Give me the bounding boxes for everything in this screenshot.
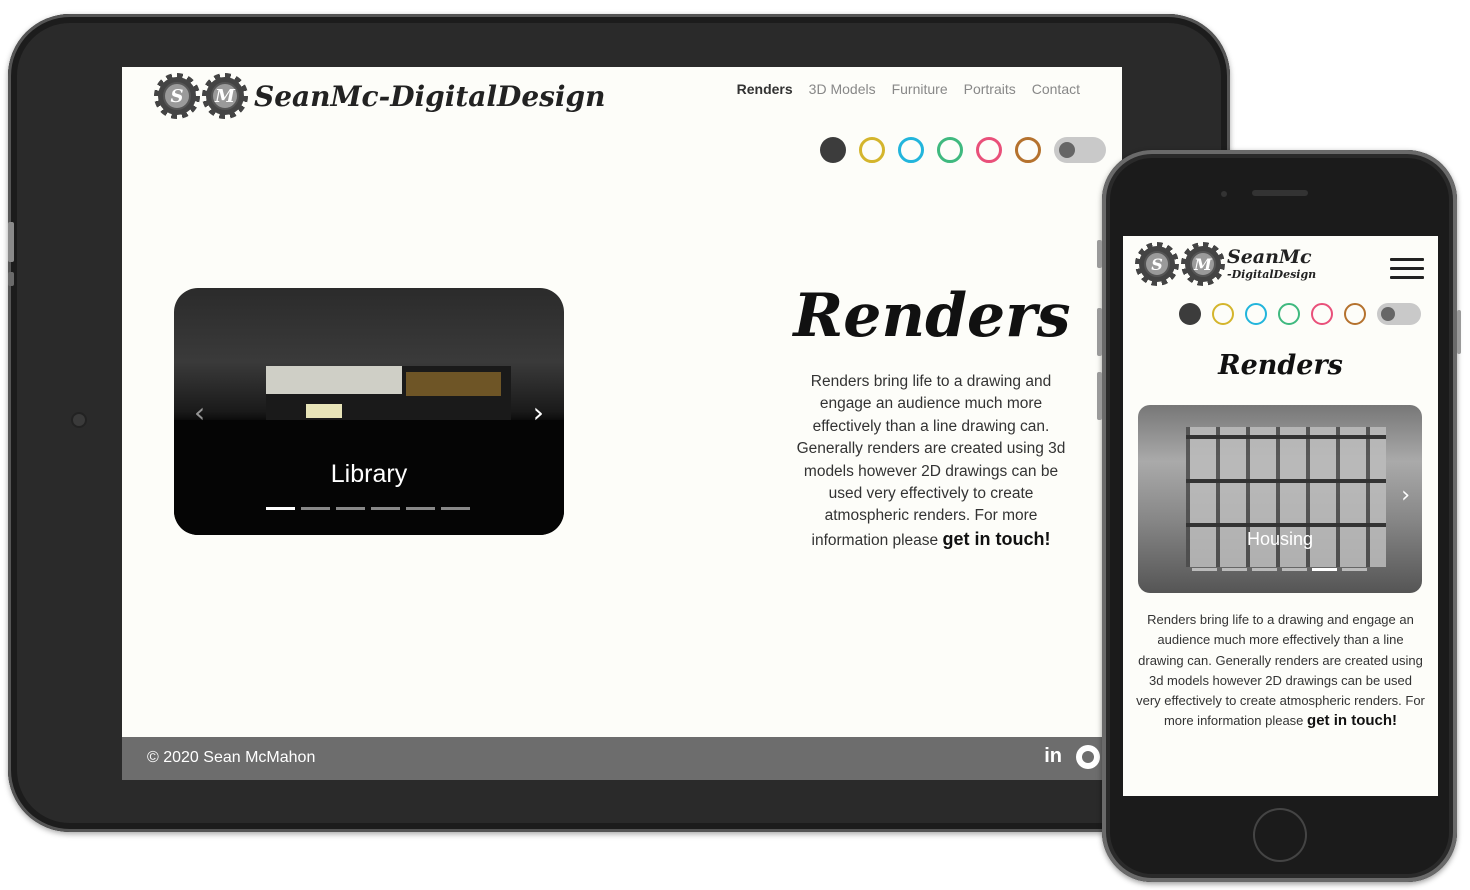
renders-carousel[interactable]: ‹ › Library <box>174 288 564 535</box>
theme-swatches <box>820 137 1106 163</box>
page-title: Renders <box>1218 350 1343 381</box>
page-description: Renders bring life to a drawing and enga… <box>786 371 1076 552</box>
chevron-right-icon[interactable]: › <box>533 396 544 429</box>
toggle-knob <box>1059 142 1075 158</box>
gear-logo-icon: M <box>1181 242 1225 286</box>
page-title: Renders <box>793 281 1071 351</box>
phone-camera <box>1221 191 1227 197</box>
theme-swatch-pink[interactable] <box>976 137 1002 163</box>
tablet-screen: S M SeanMc-DigitalDesign Renders 3D Mode… <box>122 67 1122 780</box>
carousel-caption: Housing <box>1246 529 1314 549</box>
carousel-indicator[interactable] <box>1252 568 1277 571</box>
gear-logo-icon: M <box>202 73 248 119</box>
theme-swatch-blue[interactable] <box>1245 303 1267 325</box>
carousel-indicator[interactable] <box>1222 568 1247 571</box>
theme-swatch-green[interactable] <box>937 137 963 163</box>
theme-toggle[interactable] <box>1377 303 1421 325</box>
phone-side-button <box>1097 372 1102 420</box>
nav-item-portraits[interactable]: Portraits <box>964 81 1016 97</box>
site-footer: © 2020 Sean McMahon in <box>122 737 1122 780</box>
nav-item-renders[interactable]: Renders <box>737 81 793 97</box>
phone-speaker <box>1252 190 1308 196</box>
get-in-touch-link[interactable]: get in touch! <box>943 529 1051 549</box>
phone-side-button <box>1097 308 1102 356</box>
carousel-indicator[interactable] <box>441 507 470 510</box>
gear-logo-icon: S <box>1135 242 1179 286</box>
tablet-side-button <box>8 222 14 262</box>
toggle-knob <box>1381 307 1395 321</box>
theme-swatch-brown[interactable] <box>1015 137 1041 163</box>
nav-item-furniture[interactable]: Furniture <box>892 81 948 97</box>
carousel-indicator[interactable] <box>1342 568 1367 571</box>
nav-item-contact[interactable]: Contact <box>1032 81 1080 97</box>
theme-toggle[interactable] <box>1054 137 1106 163</box>
chevron-left-icon[interactable]: ‹ <box>194 396 205 429</box>
tablet-side-button <box>8 272 14 286</box>
site-logo[interactable]: S M SeanMc -DigitalDesign <box>1135 242 1317 286</box>
phone-screen: S M SeanMc -DigitalDesign Renders › Hous… <box>1123 236 1438 796</box>
main-nav: Renders 3D Models Furniture Portraits Co… <box>737 81 1080 97</box>
carousel-indicator[interactable] <box>301 507 330 510</box>
theme-swatch-dark[interactable] <box>820 137 846 163</box>
tablet-camera <box>73 414 85 426</box>
logo-text: SeanMc-DigitalDesign <box>254 79 606 113</box>
chevron-right-icon[interactable]: › <box>1401 483 1410 508</box>
description-text: Renders bring life to a drawing and enga… <box>796 373 1066 549</box>
description-text: Renders bring life to a drawing and enga… <box>1136 612 1425 729</box>
theme-swatch-brown[interactable] <box>1344 303 1366 325</box>
carousel-indicator[interactable] <box>266 507 295 510</box>
carousel-indicator[interactable] <box>371 507 400 510</box>
carousel-caption: Library <box>330 460 408 488</box>
theme-swatch-dark[interactable] <box>1179 303 1201 325</box>
theme-swatches <box>1179 303 1421 325</box>
carousel-indicators <box>266 507 470 510</box>
renders-carousel[interactable]: › Housing <box>1138 405 1422 593</box>
nav-item-3d-models[interactable]: 3D Models <box>809 81 876 97</box>
get-in-touch-link[interactable]: get in touch! <box>1307 712 1397 729</box>
theme-swatch-yellow[interactable] <box>859 137 885 163</box>
phone-home-button <box>1253 808 1307 862</box>
logo-text: SeanMc -DigitalDesign <box>1227 246 1317 281</box>
linkedin-icon[interactable]: in <box>1044 745 1062 769</box>
github-icon[interactable] <box>1076 745 1100 769</box>
carousel-indicator[interactable] <box>1312 568 1337 571</box>
carousel-indicator[interactable] <box>1282 568 1307 571</box>
phone-side-button <box>1457 310 1461 354</box>
gear-logo-icon: S <box>154 73 200 119</box>
phone-side-button <box>1097 240 1102 268</box>
carousel-indicator[interactable] <box>1192 568 1217 571</box>
carousel-indicator[interactable] <box>336 507 365 510</box>
theme-swatch-green[interactable] <box>1278 303 1300 325</box>
carousel-indicator[interactable] <box>406 507 435 510</box>
theme-swatch-yellow[interactable] <box>1212 303 1234 325</box>
copyright-text: © 2020 Sean McMahon <box>147 749 316 766</box>
carousel-indicators <box>1192 568 1367 571</box>
theme-swatch-pink[interactable] <box>1311 303 1333 325</box>
hamburger-menu-icon[interactable] <box>1390 258 1424 285</box>
theme-swatch-blue[interactable] <box>898 137 924 163</box>
site-logo[interactable]: S M SeanMc-DigitalDesign <box>154 73 606 119</box>
page-description: Renders bring life to a drawing and enga… <box>1135 610 1426 732</box>
social-links: in <box>1044 745 1100 769</box>
